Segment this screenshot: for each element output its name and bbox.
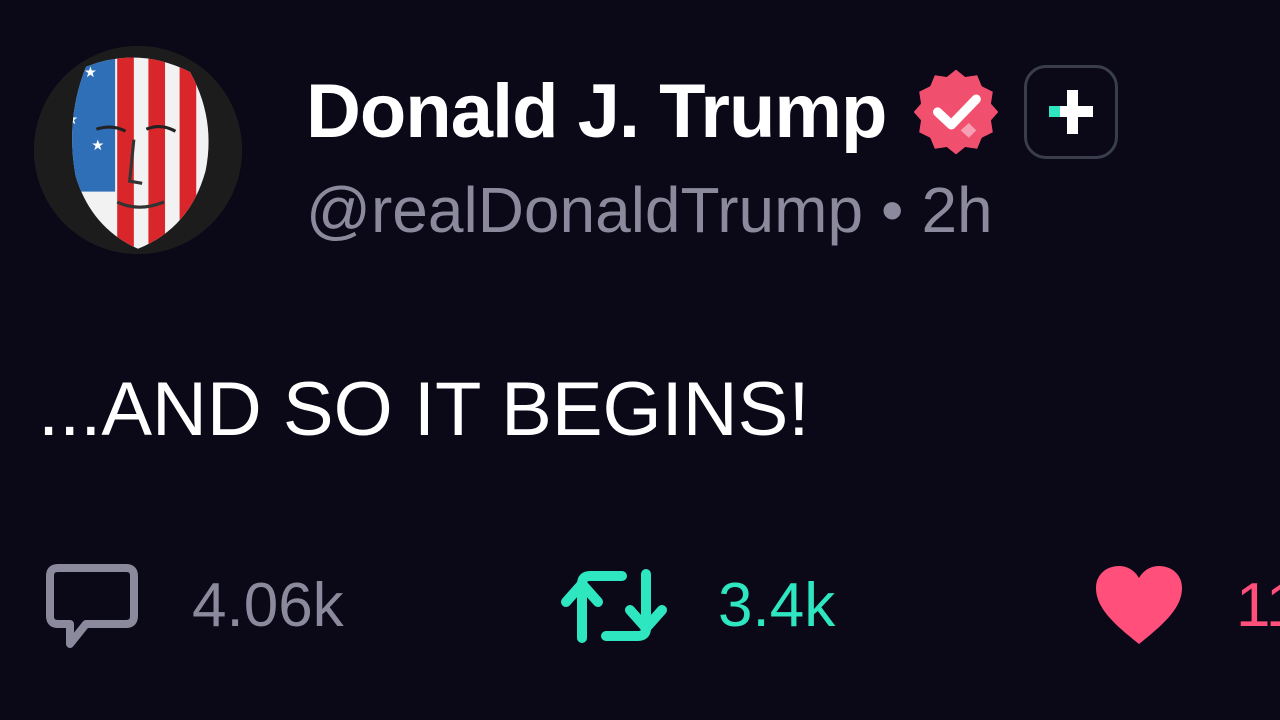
- post-timestamp[interactable]: 2h: [921, 174, 992, 246]
- heart-icon: [1094, 564, 1184, 648]
- repost-icon: [560, 564, 668, 648]
- author-meta: @realDonaldTrump • 2h: [306, 178, 993, 242]
- reply-count: 4.06k: [192, 571, 344, 640]
- comment-icon: [44, 560, 140, 652]
- svg-text:★: ★: [91, 137, 104, 154]
- avatar[interactable]: ★ ★ ★ ★ ★: [34, 46, 242, 254]
- author-display-name[interactable]: Donald J. Trump: [306, 74, 887, 150]
- meta-separator: •: [881, 174, 904, 246]
- author-handle[interactable]: @realDonaldTrump: [306, 174, 863, 246]
- post-text: ...AND SO IT BEGINS!: [38, 367, 810, 452]
- repost-count: 3.4k: [718, 571, 836, 640]
- author-name-row: Donald J. Trump: [306, 62, 1119, 162]
- verified-badge-icon: [910, 66, 1002, 158]
- reply-button[interactable]: 4.06k: [44, 556, 344, 656]
- like-button[interactable]: 11: [1094, 556, 1280, 656]
- repost-button[interactable]: 3.4k: [560, 556, 835, 656]
- post-card: ★ ★ ★ ★ ★ Donald J. Trump: [0, 0, 1280, 720]
- follow-button[interactable]: [1024, 65, 1119, 159]
- like-count: 11: [1236, 571, 1280, 640]
- plus-icon: [1049, 90, 1094, 134]
- avatar-image: ★ ★ ★ ★ ★: [34, 46, 242, 254]
- post-actions: 4.06k 3.4k 11: [0, 556, 1280, 656]
